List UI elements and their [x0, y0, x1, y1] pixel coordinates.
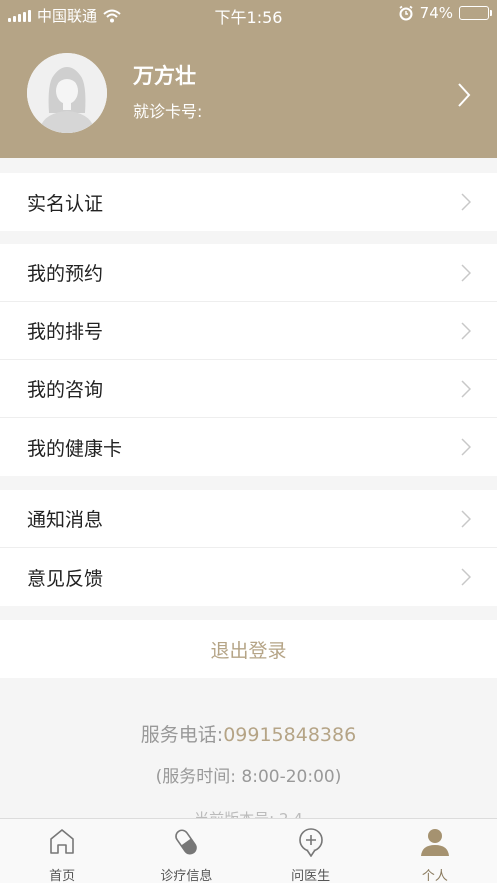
person-icon — [420, 829, 449, 856]
menu-item-my-appointments[interactable]: 我的预约 — [0, 244, 497, 302]
menu-item-label: 通知消息 — [27, 509, 104, 531]
logout-button[interactable]: 退出登录 — [0, 620, 497, 678]
menu-item-feedback[interactable]: 意见反馈 — [0, 548, 497, 606]
chevron-right-icon — [461, 380, 471, 398]
service-hours: (服务时间: 8:00-20:00) — [155, 767, 342, 787]
chevron-right-icon — [461, 264, 471, 282]
tab-personal[interactable]: 个人 — [373, 819, 497, 883]
chevron-right-icon — [461, 510, 471, 528]
service-phone-label: 服务电话: — [140, 724, 224, 746]
battery-icon — [459, 6, 492, 20]
chevron-right-icon — [461, 322, 471, 340]
menu-item-notifications[interactable]: 通知消息 — [0, 490, 497, 548]
tab-ask-doctor[interactable]: 问医生 — [249, 819, 373, 883]
medical-card-label: 就诊卡号: — [133, 102, 203, 121]
home-icon — [50, 829, 74, 854]
menu-item-my-queue-number[interactable]: 我的排号 — [0, 302, 497, 360]
section-verification: 实名认证 — [0, 173, 497, 231]
menu-item-my-consultations[interactable]: 我的咨询 — [0, 360, 497, 418]
status-right: 74% — [398, 4, 492, 22]
service-phone-number[interactable]: 09915848386 — [223, 724, 356, 746]
section-messages: 通知消息 意见反馈 — [0, 490, 497, 606]
status-bar: 中国联通 下午1:56 74% — [0, 0, 497, 28]
tab-label: 首页 — [49, 869, 76, 883]
service-phone: 服务电话:09915848386 — [0, 720, 497, 747]
menu-item-label: 我的排号 — [27, 321, 104, 343]
tab-label: 问医生 — [291, 869, 331, 883]
menu-item-label: 意见反馈 — [27, 567, 104, 590]
tab-label: 诊疗信息 — [160, 869, 213, 883]
menu-item-label: 我的预约 — [27, 263, 104, 285]
menu-item-label: 实名认证 — [27, 192, 104, 215]
chevron-right-icon — [461, 568, 471, 586]
pill-icon — [175, 829, 198, 855]
chevron-right-icon — [461, 193, 471, 211]
chevron-right-icon — [461, 438, 471, 456]
menu-item-label: 我的咨询 — [27, 379, 104, 401]
section-my-records: 我的预约 我的排号 我的咨询 我的健康卡 — [0, 244, 497, 476]
battery-percent: 74% — [419, 4, 453, 22]
profile-header[interactable]: 万方壮 就诊卡号: — [0, 40, 497, 150]
menu-item-my-health-card[interactable]: 我的健康卡 — [0, 418, 497, 476]
alarm-icon — [399, 5, 413, 21]
tab-label: 个人 — [421, 869, 448, 883]
avatar-placeholder-icon — [27, 53, 107, 133]
chat-plus-icon — [298, 828, 323, 857]
tab-bar: 首页 诊疗信息 问医生 个人 — [0, 818, 497, 883]
avatar[interactable] — [27, 53, 107, 133]
tab-medical-info[interactable]: 诊疗信息 — [124, 819, 248, 883]
service-info: 服务电话:09915848386 (服务时间: 8:00-20:00) 当前版本… — [0, 678, 497, 828]
menu-item-label: 我的健康卡 — [27, 437, 123, 460]
personal-center-screen: 中国联通 下午1:56 74% 万方壮 就诊卡号: 实名认证 我的预约 我的排号… — [0, 0, 497, 883]
chevron-right-icon[interactable] — [457, 82, 471, 108]
tab-home[interactable]: 首页 — [0, 819, 124, 883]
profile-name: 万方壮 — [133, 64, 196, 88]
menu-item-real-name-verification[interactable]: 实名认证 — [0, 173, 497, 231]
